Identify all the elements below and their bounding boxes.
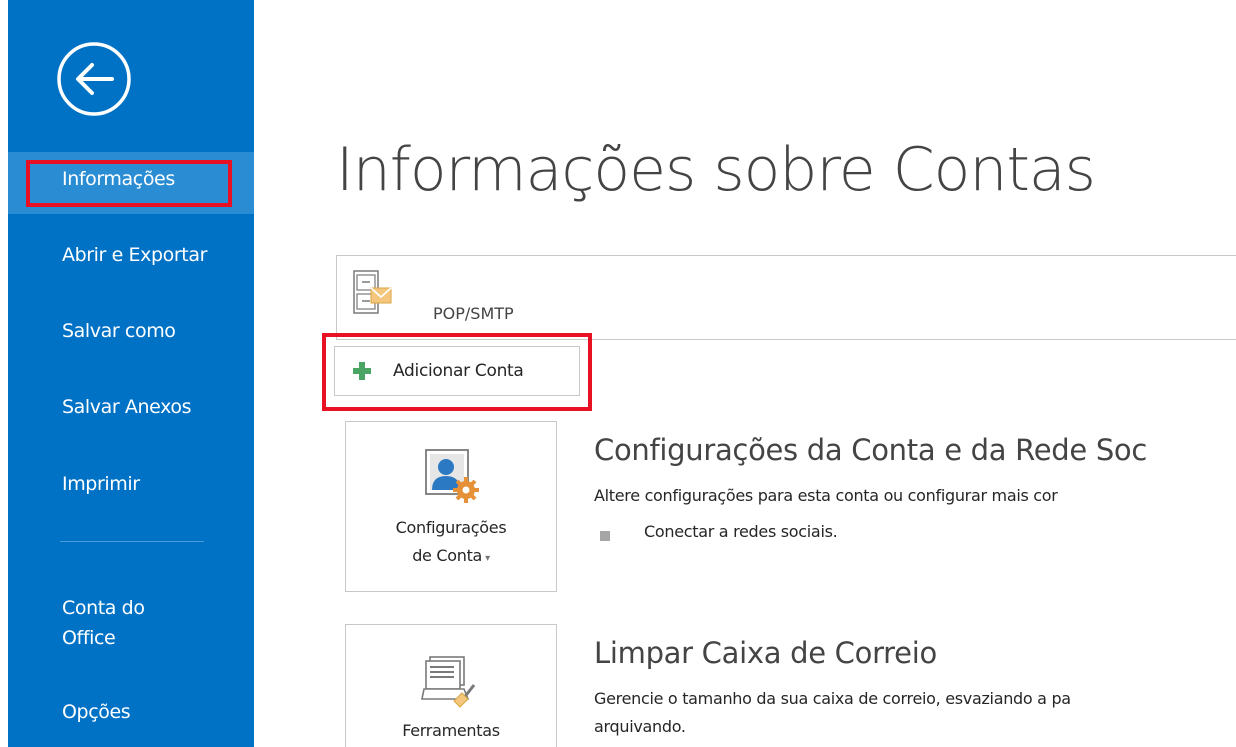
tile-label-line1: Configurações xyxy=(395,518,507,537)
highlight-box xyxy=(26,160,232,207)
nav-item-salvar-anexos[interactable]: Salvar Anexos xyxy=(8,382,254,432)
account-settings-button[interactable]: Configurações de Conta ▾ xyxy=(345,421,557,592)
nav-item-salvar-como[interactable]: Salvar como xyxy=(8,306,254,356)
account-selector[interactable]: POP/SMTP xyxy=(336,255,1236,340)
nav-item-label: Abrir e Exportar xyxy=(62,244,207,266)
section-description: Gerencie o tamanho da sua caixa de corre… xyxy=(594,689,1071,708)
connect-social-link[interactable]: Conectar a redes sociais. xyxy=(644,522,838,541)
section-title: Limpar Caixa de Correio xyxy=(594,636,937,670)
section-title: Configurações da Conta e da Rede Soc xyxy=(594,433,1148,467)
backstage-sidebar: Informações Abrir e Exportar Salvar como… xyxy=(8,0,254,747)
nav-item-label: Salvar como xyxy=(62,320,176,342)
back-button[interactable] xyxy=(55,40,133,118)
section-description-cont: arquivando. xyxy=(594,717,686,736)
nav-item-label-line2: Office xyxy=(62,627,116,649)
nav-item-label-line1: Conta do xyxy=(62,597,145,619)
nav-item-label: Salvar Anexos xyxy=(62,396,192,418)
account-type-label: POP/SMTP xyxy=(433,304,514,323)
nav-item-imprimir[interactable]: Imprimir xyxy=(8,459,254,509)
back-arrow-circle-icon xyxy=(57,42,131,116)
nav-item-abrir-exportar[interactable]: Abrir e Exportar xyxy=(8,230,254,280)
bullet-icon xyxy=(600,531,610,541)
tile-label-line2: de Conta ▾ xyxy=(412,546,490,565)
add-account-button[interactable]: Adicionar Conta xyxy=(334,346,580,396)
mailbox-cleanup-icon xyxy=(421,656,476,708)
nav-item-informacoes[interactable]: Informações xyxy=(8,152,254,214)
nav-item-opcoes[interactable]: Opções xyxy=(62,697,131,727)
account-settings-icon xyxy=(425,449,479,503)
add-account-label: Adicionar Conta xyxy=(393,361,524,381)
nav-item-label: Imprimir xyxy=(62,473,140,495)
section-description: Altere configurações para esta conta ou … xyxy=(594,486,1058,505)
page-title: Informações sobre Contas xyxy=(336,135,1096,205)
plus-icon xyxy=(353,362,371,380)
tools-button[interactable]: Ferramentas xyxy=(345,624,557,747)
mail-cabinet-icon xyxy=(353,270,392,314)
dropdown-caret-icon: ▾ xyxy=(485,553,490,564)
tile-label: Ferramentas xyxy=(402,721,500,740)
nav-divider xyxy=(60,541,204,542)
nav-item-label: Opções xyxy=(62,701,131,723)
nav-item-conta-office[interactable]: Conta do Office xyxy=(62,593,145,653)
